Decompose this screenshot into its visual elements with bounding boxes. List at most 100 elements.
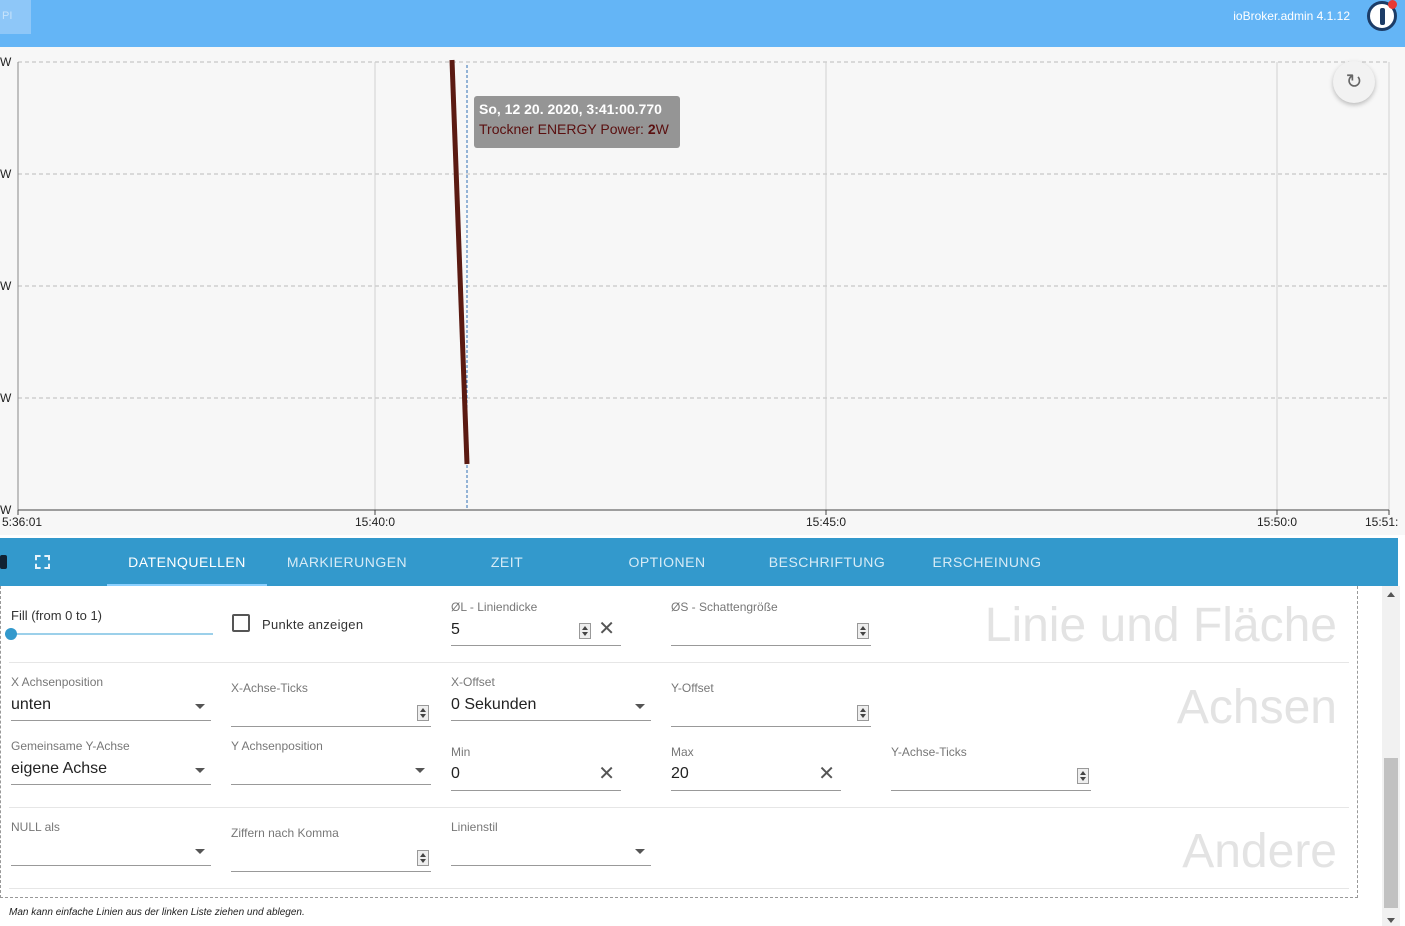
series-line [449,59,470,465]
decimals-field[interactable]: Ziffern nach Komma [231,826,431,872]
chevron-down-icon[interactable] [635,704,645,709]
null-as-label: NULL als [11,820,60,834]
corner-button[interactable]: PI [0,0,31,34]
tab-markierungen[interactable]: MARKIERUNGEN [267,538,427,586]
max-label: Max [671,745,694,759]
y-offset-label: Y-Offset [671,681,714,695]
shadow-size-field[interactable]: ØS - Schattengröße [671,600,871,646]
tab-bar: DATENQUELLEN MARKIERUNGEN ZEIT OPTIONEN … [0,538,1398,586]
y-axis-ticks-field[interactable]: Y-Achse-Ticks [891,745,1091,791]
x-offset-label: X-Offset [451,675,495,689]
max-clear-icon[interactable]: ✕ [818,764,835,784]
scrollbar-thumb[interactable] [1384,758,1398,908]
show-points-option[interactable]: Punkte anzeigen [232,614,412,636]
y-tick-label: W [0,279,12,293]
chevron-down-icon[interactable] [195,768,205,773]
min-label: Min [451,745,471,759]
tooltip-date: So, 12 20. 2020, 3:41:00.770 [479,101,662,117]
min-value[interactable]: 0 [451,765,460,783]
y-offset-spinner[interactable] [857,705,869,721]
scroll-down-icon[interactable] [1387,918,1395,923]
show-points-checkbox[interactable] [232,614,250,632]
x-tick-label: 5:36:01 [2,515,42,529]
x-axis-position-label: X Achsenposition [11,675,104,689]
refresh-button[interactable]: ↻ [1333,61,1375,103]
chevron-down-icon[interactable] [415,768,425,773]
x-axis-ticks-field[interactable]: X-Achse-Ticks [231,681,431,727]
chevron-down-icon[interactable] [635,849,645,854]
x-axis-ticks-label: X-Achse-Ticks [231,681,308,695]
chevron-down-icon[interactable] [195,849,205,854]
line-style-label: Linienstil [451,820,498,834]
show-points-label: Punkte anzeigen [262,617,364,632]
tooltip-series: Trockner ENERGY Power: 2W [479,121,680,137]
tab-beschriftung[interactable]: BESCHRIFTUNG [747,538,907,586]
chart-area: W W W W W 5:36:01 15:40:0 15:45:0 15:50:… [0,47,1405,535]
row-divider [9,888,1349,889]
app-version: ioBroker.admin 4.1.12 [1233,9,1350,23]
chart-svg: W W W W W 5:36:01 15:40:0 15:45:0 15:50:… [0,55,1398,529]
max-value[interactable]: 20 [671,765,689,783]
grid [18,61,1390,510]
max-field[interactable]: Max 20 ✕ [671,745,841,791]
section-title-axes: Achsen [1176,681,1337,734]
panel-scrollbar[interactable] [1382,586,1400,926]
app-header: PI ioBroker.admin 4.1.12 [0,0,1405,47]
line-style-select[interactable]: Linienstil [451,820,651,866]
y-tick-label: W [0,391,12,405]
tooltip-series-label: Trockner ENERGY Power: [479,121,644,137]
y-tick-label: W [0,55,12,69]
iobroker-logo-icon[interactable] [1367,0,1397,31]
line-width-spinner[interactable] [579,623,591,639]
fullscreen-icon[interactable] [35,555,50,569]
line-width-field[interactable]: ØL - Liniendicke 5 ✕ [451,600,621,646]
min-field[interactable]: Min 0 ✕ [451,745,621,791]
y-offset-field[interactable]: Y-Offset [671,681,871,727]
null-as-select[interactable]: NULL als [11,820,211,866]
common-y-axis-label: Gemeinsame Y-Achse [11,739,130,753]
row-divider [9,807,1349,808]
tooltip-value: 2 [647,121,656,137]
decimals-spinner[interactable] [417,850,429,866]
tab-zeit[interactable]: ZEIT [427,538,587,586]
section-title-line-area: Linie und Fläche [984,599,1337,652]
tab-datenquellen[interactable]: DATENQUELLEN [107,538,267,586]
line-width-clear-icon[interactable]: ✕ [598,619,615,639]
fill-slider-track[interactable] [11,633,213,635]
x-ticks [17,510,1390,515]
common-y-axis-value[interactable]: eigene Achse [11,760,107,778]
y-axis-position-label: Y Achsenposition [231,739,323,753]
x-axis-position-select[interactable]: X Achsenposition unten [11,675,211,721]
y-axis-ticks-spinner[interactable] [1077,768,1089,784]
tooltip-unit: W [655,121,669,137]
x-axis-position-value[interactable]: unten [11,696,51,714]
fill-slider[interactable]: Fill (from 0 to 1) [5,608,213,642]
y-axis-ticks-label: Y-Achse-Ticks [891,745,967,759]
shadow-size-spinner[interactable] [857,623,869,639]
settings-panel: Linie und Fläche Achsen Andere Fill (fro… [0,586,1358,898]
x-axis-ticks-spinner[interactable] [417,705,429,721]
x-tick-label: 15:51: [1365,515,1398,529]
tab-optionen[interactable]: OPTIONEN [587,538,747,586]
x-tick-label: 15:40:0 [355,515,395,529]
y-tick-label: W [0,167,12,181]
scroll-up-icon[interactable] [1387,592,1395,597]
chevron-down-icon[interactable] [195,704,205,709]
fill-label: Fill (from 0 to 1) [11,608,103,623]
line-width-value[interactable]: 5 [451,621,460,639]
min-clear-icon[interactable]: ✕ [598,764,615,784]
x-tick-label: 15:50:0 [1257,515,1297,529]
edit-icon[interactable] [0,555,7,569]
y-axis-position-select[interactable]: Y Achsenposition [231,739,431,785]
common-y-axis-select[interactable]: Gemeinsame Y-Achse eigene Achse [11,739,211,785]
fill-slider-thumb[interactable] [5,628,17,640]
tab-erscheinung[interactable]: ERSCHEINUNG [907,538,1067,586]
decimals-label: Ziffern nach Komma [231,826,339,840]
x-offset-select[interactable]: X-Offset 0 Sekunden [451,675,651,721]
drag-hint: Man kann einfache Linien aus der linken … [9,907,305,918]
line-width-label: ØL - Liniendicke [451,600,538,614]
x-tick-label: 15:45:0 [806,515,846,529]
x-offset-value[interactable]: 0 Sekunden [451,696,536,714]
section-title-other: Andere [1182,825,1337,878]
row-divider [9,662,1349,663]
